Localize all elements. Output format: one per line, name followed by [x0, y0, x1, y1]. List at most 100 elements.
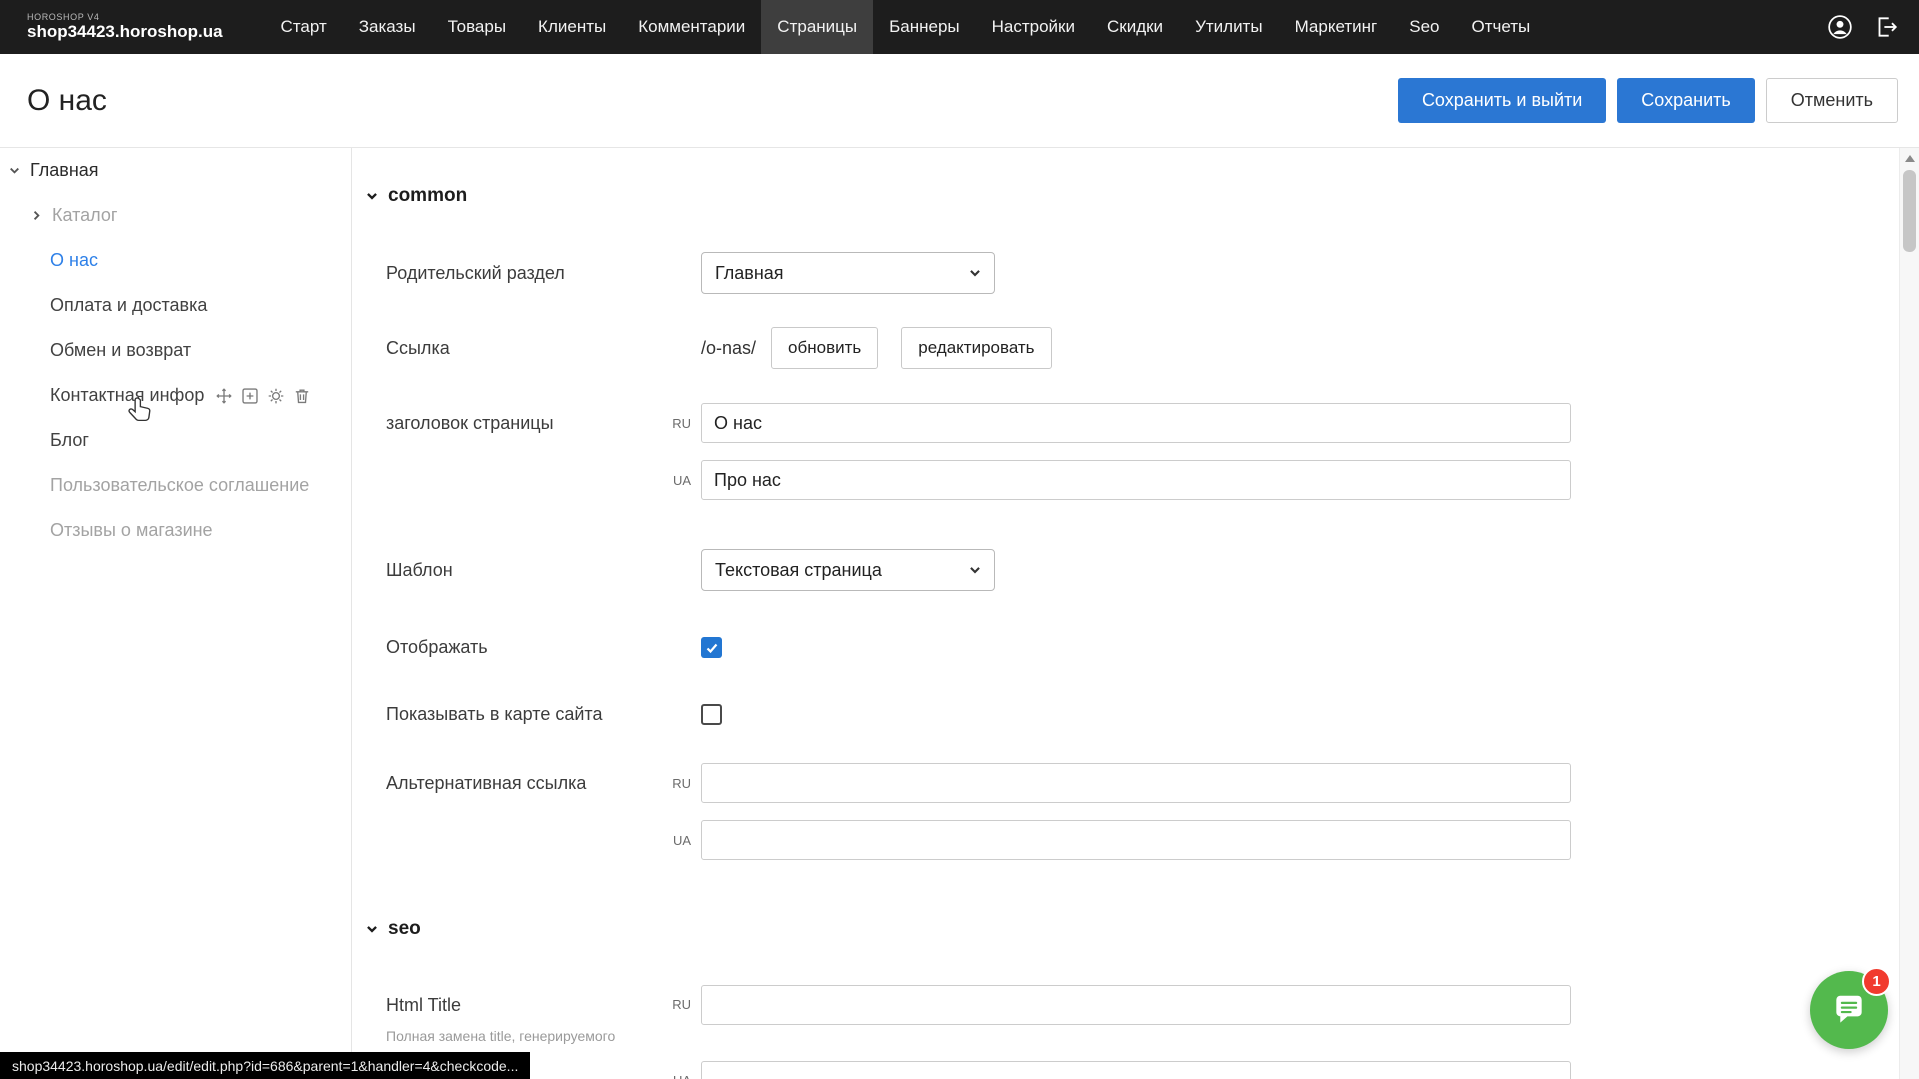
tree-item-actions: [215, 387, 311, 405]
brand[interactable]: HOROSHOP V4 shop34423.horoshop.ua: [27, 13, 223, 42]
template-select[interactable]: Текстовая страница: [701, 549, 995, 591]
lang-tag-ua: UA: [658, 1073, 701, 1079]
chevron-down-icon: [968, 563, 982, 577]
lang-tag-ua: UA: [658, 833, 701, 848]
account-icon[interactable]: [1827, 14, 1853, 40]
nav-item-klienty[interactable]: Клиенты: [522, 0, 622, 54]
alt-link-ru-row: Альтернативная ссылка RU: [386, 763, 1899, 803]
nav-item-kommentarii[interactable]: Комментарии: [622, 0, 761, 54]
chevron-down-icon: [365, 922, 379, 936]
page-title-ua-row: UA: [386, 460, 1899, 500]
nav-item-zakazy[interactable]: Заказы: [343, 0, 432, 54]
chevron-down-icon: [365, 189, 379, 203]
field-label: заголовок страницы: [386, 413, 658, 434]
status-url-bar: shop34423.horoshop.ua/edit/edit.php?id=6…: [0, 1052, 530, 1079]
html-title-ru-input[interactable]: [701, 985, 1571, 1025]
page-title-ua-input[interactable]: [701, 460, 1571, 500]
field-label-block: Html Title Полная замена title, генериру…: [386, 985, 658, 1045]
html-title-ua-input[interactable]: [701, 1061, 1571, 1079]
page-title-ru-row: заголовок страницы RU: [386, 403, 1899, 443]
chat-unread-badge: 1: [1862, 967, 1891, 996]
status-url: shop34423.horoshop.ua/edit/edit.php?id=6…: [12, 1058, 518, 1074]
page-title-ru-input[interactable]: [701, 403, 1571, 443]
alt-link-ua-input[interactable]: [701, 820, 1571, 860]
field-label: Html Title: [386, 985, 658, 1025]
tree-label: Пользовательское соглашение: [50, 475, 309, 496]
tree-label: О нас: [50, 250, 98, 271]
sidebar-item-o-nas[interactable]: О нас: [0, 238, 351, 283]
save-button[interactable]: Сохранить: [1617, 78, 1754, 123]
sitemap-row: Показывать в карте сайта: [386, 704, 1899, 725]
select-value: Главная: [715, 263, 784, 284]
field-hint: Полная замена title, генерируемого: [386, 1028, 658, 1045]
cancel-button[interactable]: Отменить: [1766, 78, 1898, 123]
link-path: /o-nas/: [701, 338, 756, 359]
section-title: seo: [388, 918, 421, 940]
tree-label: Блог: [50, 430, 89, 451]
parent-section-select[interactable]: Главная: [701, 252, 995, 294]
lang-tag-ru: RU: [658, 985, 701, 1025]
field-label: Родительский раздел: [386, 263, 701, 284]
sitemap-checkbox[interactable]: [701, 704, 722, 725]
html-title-ru-row: Html Title Полная замена title, генериру…: [386, 985, 1899, 1045]
nav-item-skidki[interactable]: Скидки: [1091, 0, 1179, 54]
lang-tag-ua: UA: [658, 473, 701, 488]
section-title: common: [388, 185, 467, 207]
html-title-ua-row: UA: [386, 1061, 1899, 1079]
move-icon[interactable]: [215, 387, 233, 405]
sidebar-item-obmen-i-vozvrat[interactable]: Обмен и возврат: [0, 328, 351, 373]
field-label: Шаблон: [386, 560, 701, 581]
display-checkbox[interactable]: [701, 637, 722, 658]
nav-item-nastroyki[interactable]: Настройки: [976, 0, 1091, 54]
page-header: О нас Сохранить и выйти Сохранить Отмени…: [0, 54, 1919, 148]
section-seo-header[interactable]: seo: [365, 918, 1899, 940]
add-icon[interactable]: [241, 387, 259, 405]
topbar-icons: [1827, 14, 1899, 40]
parent-section-row: Родительский раздел Главная: [386, 252, 1899, 294]
sidebar-item-katalog[interactable]: Каталог: [0, 193, 351, 238]
nav-item-marketing[interactable]: Маркетинг: [1279, 0, 1394, 54]
nav-item-start[interactable]: Старт: [265, 0, 343, 54]
delete-icon[interactable]: [293, 387, 311, 405]
tree-label: Обмен и возврат: [50, 340, 191, 361]
vertical-scrollbar[interactable]: [1899, 148, 1919, 1079]
field-label: Показывать в карте сайта: [386, 704, 701, 725]
page-edit-form: common Родительский раздел Главная Ссылк…: [352, 148, 1899, 1079]
tree-label: Оплата и доставка: [50, 295, 207, 316]
scroll-up-arrow-icon[interactable]: [1905, 155, 1915, 162]
chat-bubble-icon: [1830, 991, 1868, 1029]
template-row: Шаблон Текстовая страница: [386, 549, 1899, 591]
sidebar-item-glavnaya[interactable]: Главная: [0, 148, 351, 193]
nav-item-otchety[interactable]: Отчеты: [1455, 0, 1546, 54]
chat-widget-button[interactable]: 1: [1810, 971, 1888, 1049]
section-common-header[interactable]: common: [365, 185, 1899, 207]
nav-item-seo[interactable]: Seo: [1393, 0, 1455, 54]
alt-link-ru-input[interactable]: [701, 763, 1571, 803]
select-value: Текстовая страница: [715, 560, 882, 581]
sidebar-item-otzyvy-o-magazine[interactable]: Отзывы о магазине: [0, 508, 351, 553]
link-row: Ссылка /o-nas/ обновить редактировать: [386, 327, 1899, 369]
tree-label: Главная: [30, 160, 99, 181]
sidebar-item-blog[interactable]: Блог: [0, 418, 351, 463]
save-and-exit-button[interactable]: Сохранить и выйти: [1398, 78, 1606, 123]
nav-item-stranitsy[interactable]: Страницы: [761, 0, 873, 54]
edit-link-button[interactable]: редактировать: [901, 327, 1051, 369]
nav-item-utility[interactable]: Утилиты: [1179, 0, 1279, 54]
logout-icon[interactable]: [1873, 14, 1899, 40]
brand-domain: shop34423.horoshop.ua: [27, 23, 223, 42]
settings-icon[interactable]: [267, 387, 285, 405]
sidebar-item-kontaktnaya-infor[interactable]: Контактная инфор: [0, 373, 351, 418]
chevron-right-icon: [30, 209, 43, 222]
pages-tree-sidebar: Главная Каталог О нас Оплата и доставка …: [0, 148, 352, 1079]
topbar: HOROSHOP V4 shop34423.horoshop.ua Старт …: [0, 0, 1919, 54]
scrollbar-thumb[interactable]: [1903, 170, 1916, 252]
sidebar-item-polzovatelskoe-soglashenie[interactable]: Пользовательское соглашение: [0, 463, 351, 508]
nav-item-bannery[interactable]: Баннеры: [873, 0, 976, 54]
refresh-link-button[interactable]: обновить: [771, 327, 878, 369]
nav-item-tovary[interactable]: Товары: [432, 0, 522, 54]
field-label: Ссылка: [386, 338, 701, 359]
page-title: О нас: [27, 84, 107, 118]
field-label: Отображать: [386, 637, 701, 658]
sidebar-item-oplata-i-dostavka[interactable]: Оплата и доставка: [0, 283, 351, 328]
header-buttons: Сохранить и выйти Сохранить Отменить: [1398, 78, 1898, 123]
